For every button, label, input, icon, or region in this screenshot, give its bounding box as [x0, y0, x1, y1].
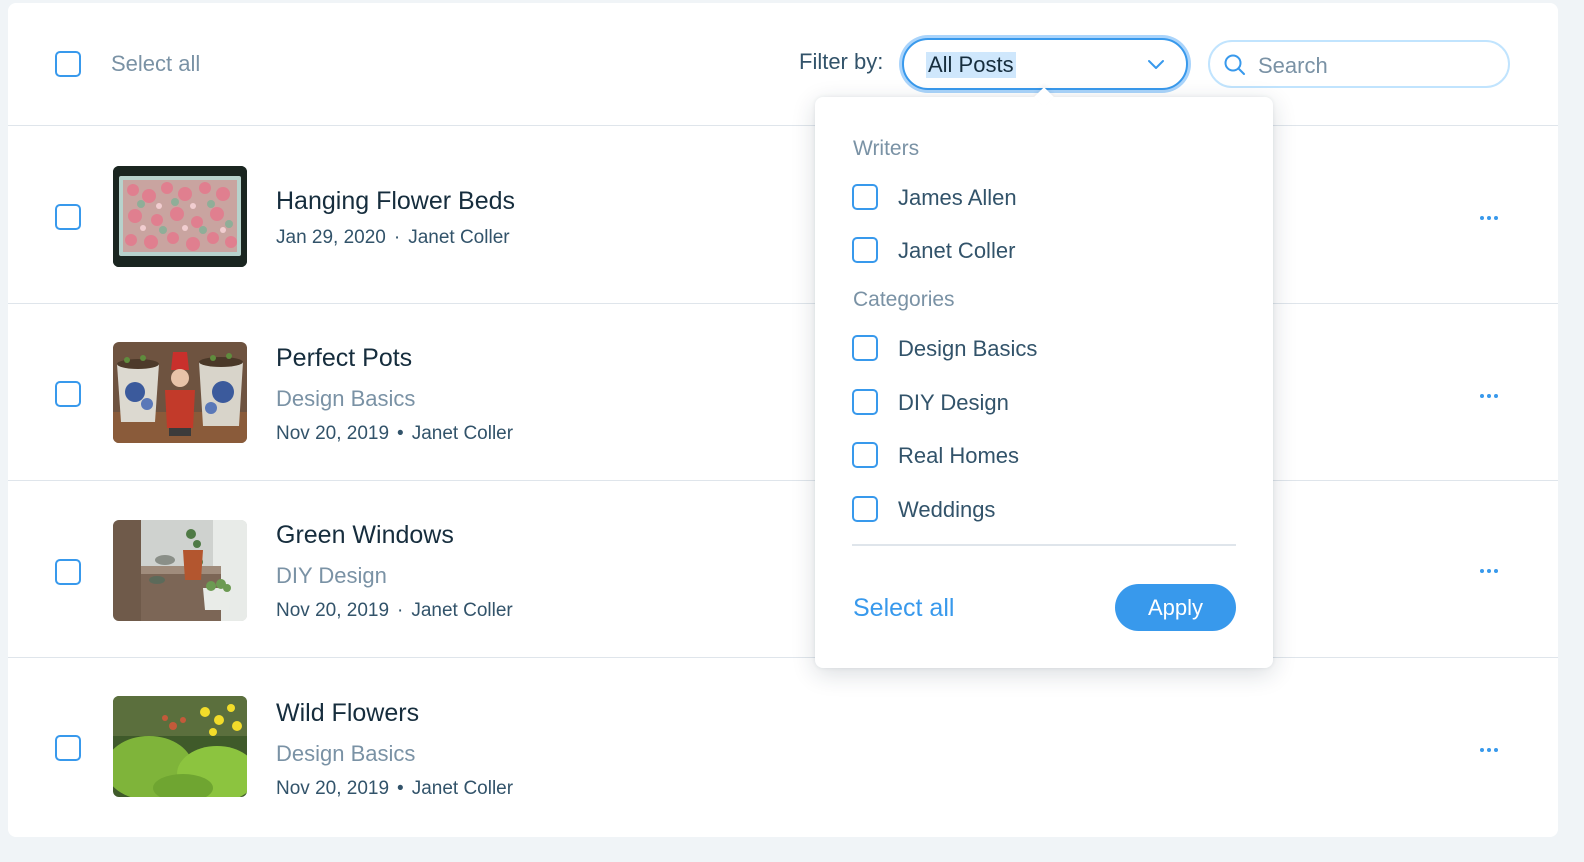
- categories-section-title: Categories: [853, 288, 955, 311]
- filter-checkbox[interactable]: [852, 335, 878, 361]
- filter-selected-value: All Posts: [926, 52, 1016, 78]
- filter-popover: Writers James Allen Janet Coller Categor…: [815, 97, 1273, 668]
- filter-option-label: James Allen: [898, 185, 1017, 210]
- post-checkbox[interactable]: [55, 204, 81, 230]
- post-thumbnail-wild-flowers: [113, 696, 247, 797]
- post-date: Nov 20, 2019: [276, 423, 390, 444]
- filter-option-writer[interactable]: James Allen: [852, 184, 1212, 212]
- filter-option-label: Design Basics: [898, 336, 1038, 361]
- filter-checkbox[interactable]: [852, 496, 878, 522]
- search-icon: [1224, 54, 1245, 75]
- chevron-down-icon: [1148, 60, 1164, 69]
- filter-select-all-link[interactable]: Select all: [853, 594, 954, 623]
- apply-button[interactable]: Apply: [1115, 584, 1236, 631]
- writers-section-title: Writers: [853, 137, 920, 160]
- post-author: Janet Coller: [408, 227, 510, 248]
- filter-dropdown[interactable]: All Posts: [902, 38, 1188, 90]
- meta-separator: ·: [397, 600, 404, 621]
- posts-panel: Select all Filter by: All Posts Search H…: [8, 3, 1558, 837]
- post-title[interactable]: Perfect Pots: [276, 344, 412, 373]
- post-title[interactable]: Hanging Flower Beds: [276, 187, 515, 216]
- select-all-label[interactable]: Select all: [111, 51, 200, 77]
- filter-checkbox[interactable]: [852, 237, 878, 263]
- filter-option-category[interactable]: Real Homes: [852, 442, 1212, 470]
- post-title[interactable]: Wild Flowers: [276, 699, 419, 728]
- post-meta: Nov 20, 2019 · Janet Coller: [276, 600, 513, 622]
- post-author: Janet Coller: [411, 423, 514, 444]
- post-thumbnail-green-windows: [113, 520, 247, 621]
- post-thumbnail-pots: [113, 342, 247, 443]
- post-checkbox[interactable]: [55, 735, 81, 761]
- filter-option-category[interactable]: DIY Design: [852, 389, 1212, 417]
- more-horizontal-icon[interactable]: [1476, 745, 1502, 755]
- post-meta: Jan 29, 2020 · Janet Coller: [276, 227, 510, 249]
- more-horizontal-icon[interactable]: [1476, 566, 1502, 576]
- post-checkbox[interactable]: [55, 559, 81, 585]
- post-author: Janet Coller: [411, 600, 513, 621]
- post-row[interactable]: Hanging Flower Beds Jan 29, 2020 · Janet C…: [8, 127, 1558, 304]
- post-category: DIY Design: [276, 563, 387, 588]
- search-placeholder: Search: [1258, 53, 1328, 78]
- select-all-checkbox[interactable]: [55, 51, 81, 77]
- post-row[interactable]: Green Windows DIY Design Nov 20, 2019 · Ja…: [8, 481, 1558, 658]
- post-date: Nov 20, 2019: [276, 778, 390, 799]
- filter-option-label: DIY Design: [898, 390, 1009, 415]
- more-horizontal-icon[interactable]: [1476, 391, 1502, 401]
- meta-separator: •: [397, 423, 404, 444]
- filter-option-writer[interactable]: Janet Coller: [852, 237, 1212, 265]
- filter-option-label: Real Homes: [898, 443, 1020, 468]
- post-title[interactable]: Green Windows: [276, 521, 454, 550]
- post-meta: Nov 20, 2019 • Janet Coller: [276, 423, 513, 445]
- filter-option-category[interactable]: Design Basics: [852, 335, 1212, 363]
- posts-toolbar: Select all Filter by: All Posts Search: [8, 3, 1558, 126]
- post-checkbox[interactable]: [55, 381, 81, 407]
- filter-checkbox[interactable]: [852, 184, 878, 210]
- meta-separator: ·: [393, 227, 401, 248]
- post-row[interactable]: Wild Flowers Design Basics Nov 20, 2019 •…: [8, 658, 1558, 837]
- post-category: Design Basics: [276, 386, 416, 411]
- more-horizontal-icon[interactable]: [1476, 213, 1502, 223]
- post-row[interactable]: Perfect Pots Design Basics Nov 20, 2019 •…: [8, 304, 1558, 481]
- search-input[interactable]: Search: [1208, 40, 1510, 88]
- popover-divider: [852, 544, 1236, 546]
- post-thumbnail-flower-bed: [113, 166, 247, 267]
- filter-option-label: Janet Coller: [898, 238, 1016, 263]
- filter-label: Filter by:: [799, 49, 884, 74]
- filter-option-category[interactable]: Weddings: [852, 496, 1212, 524]
- post-meta: Nov 20, 2019 • Janet Coller: [276, 778, 513, 800]
- post-category: Design Basics: [276, 741, 416, 766]
- post-date: Nov 20, 2019: [276, 600, 390, 621]
- meta-separator: •: [397, 778, 404, 799]
- filter-checkbox[interactable]: [852, 442, 878, 468]
- filter-checkbox[interactable]: [852, 389, 878, 415]
- post-author: Janet Coller: [411, 778, 514, 799]
- post-date: Jan 29, 2020: [276, 227, 386, 248]
- filter-option-label: Weddings: [898, 497, 996, 522]
